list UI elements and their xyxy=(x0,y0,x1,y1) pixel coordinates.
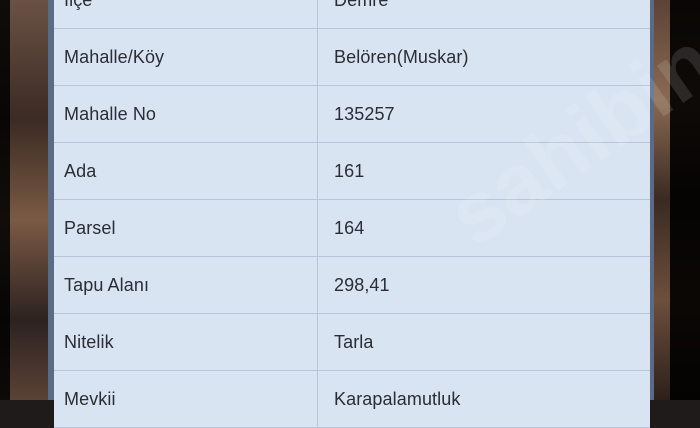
row-value: Tarla xyxy=(334,331,374,352)
row-label: Parsel xyxy=(54,200,318,256)
table-row-parsel: Parsel 164 xyxy=(54,200,650,257)
parcel-info-table: İlçe Demre Mahalle/Köy Belören(Muskar) M… xyxy=(54,0,650,428)
row-label: Tapu Alanı xyxy=(54,257,318,313)
row-value: 164 xyxy=(334,217,365,238)
table-row-nitelik: Nitelik Tarla xyxy=(54,314,650,371)
row-value: Demre xyxy=(318,0,650,28)
row-value: 298,41 xyxy=(334,274,390,295)
row-value: Karapalamutluk xyxy=(334,388,461,409)
row-label: Mevkii xyxy=(54,371,318,427)
table-row-ilce: İlçe Demre xyxy=(54,0,650,29)
parcel-info-panel: İlçe Demre Mahalle/Köy Belören(Muskar) M… xyxy=(48,0,654,428)
background-left xyxy=(0,0,52,400)
row-label: Ada xyxy=(54,143,318,199)
table-row-mahalle-no: Mahalle No 135257 xyxy=(54,86,650,143)
row-value: 161 xyxy=(334,160,365,181)
row-label: Mahalle/Köy xyxy=(54,29,318,85)
table-row-tapu-alani: Tapu Alanı 298,41 xyxy=(54,257,650,314)
row-value: 135257 xyxy=(334,103,395,124)
background-right xyxy=(648,0,700,400)
row-label: İlçe xyxy=(54,0,318,28)
table-row-ada: Ada 161 xyxy=(54,143,650,200)
row-value: Belören(Muskar) xyxy=(334,46,469,67)
table-row-mahalle-koy: Mahalle/Köy Belören(Muskar) xyxy=(54,29,650,86)
row-label: Nitelik xyxy=(54,314,318,370)
row-label: Mahalle No xyxy=(54,86,318,142)
